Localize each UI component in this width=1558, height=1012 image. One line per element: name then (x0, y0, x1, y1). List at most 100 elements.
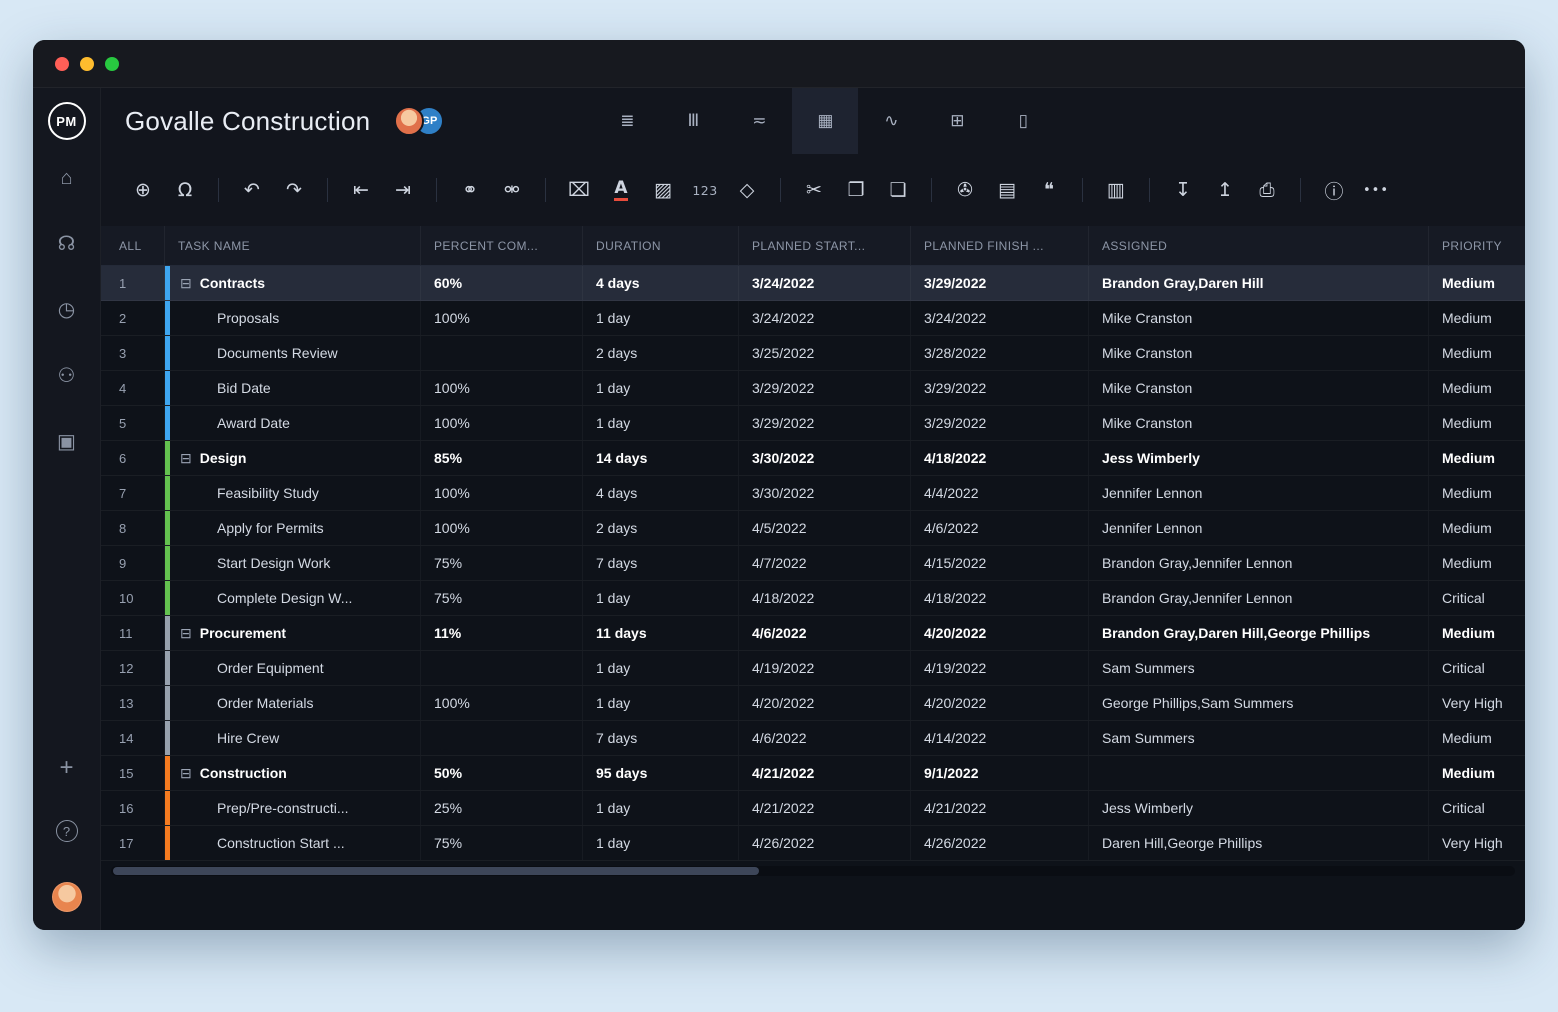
planned-finish-cell: 4/21/2022 (911, 791, 1089, 825)
app-body: PM ⌂☊◷⚇▣ +? Govalle Construction GP ≣Ⅲ≂▦… (33, 88, 1525, 930)
task-name: Apply for Permits (217, 520, 324, 536)
info-icon[interactable]: ⓘ (1316, 172, 1352, 208)
column-header-4[interactable]: PLANNED START... (739, 226, 911, 265)
doc-view-icon-tab[interactable]: ▯ (990, 88, 1056, 154)
board-view-icon-tab[interactable]: Ⅲ (660, 88, 726, 154)
comment-icon[interactable]: ❝ (1031, 172, 1067, 208)
notifications-icon[interactable]: ☊ (58, 232, 76, 256)
task-row[interactable]: 15⊟Construction50%95 days4/21/20229/1/20… (101, 756, 1525, 791)
task-row[interactable]: 2Proposals100%1 day3/24/20223/24/2022Mik… (101, 301, 1525, 336)
task-row[interactable]: 16Prep/Pre-constructi...25%1 day4/21/202… (101, 791, 1525, 826)
priority-cell: Medium (1429, 406, 1525, 440)
columns-icon[interactable]: ▥ (1098, 172, 1134, 208)
home-icon[interactable]: ⌂ (60, 166, 72, 190)
assign-user-icon[interactable]: Ω (167, 172, 203, 208)
calendar-view-icon-tab[interactable]: ⊞ (924, 88, 990, 154)
gantt-view-icon-tab[interactable]: ≂ (726, 88, 792, 154)
help-icon[interactable]: ? (56, 820, 78, 842)
paste-icon[interactable]: ❏ (880, 172, 916, 208)
collapse-icon[interactable]: ⊟ (180, 625, 192, 642)
milestone-icon[interactable]: ◇ (729, 172, 765, 208)
task-row[interactable]: 17Construction Start ...75%1 day4/26/202… (101, 826, 1525, 861)
column-header-7[interactable]: PRIORITY (1429, 226, 1525, 265)
planned-start-cell: 4/20/2022 (739, 686, 911, 720)
task-row[interactable]: 6⊟Design85%14 days3/30/20224/18/2022Jess… (101, 441, 1525, 476)
import-icon[interactable]: ↧ (1165, 172, 1201, 208)
portfolio-icon[interactable]: ▣ (57, 430, 76, 454)
horizontal-scrollbar-thumb[interactable] (113, 867, 759, 875)
duration-cell: 1 day (583, 581, 739, 615)
outdent-icon[interactable]: ⇤ (343, 172, 379, 208)
task-table-body: 1⊟Contracts60%4 days3/24/20223/29/2022Br… (101, 266, 1525, 861)
outdent-icon-glyph: ⇤ (353, 179, 369, 201)
font-color-icon[interactable]: A (603, 172, 639, 208)
fill-color-icon[interactable]: ▨ (645, 172, 681, 208)
task-row[interactable]: 4Bid Date100%1 day3/29/20223/29/2022Mike… (101, 371, 1525, 406)
cut-icon[interactable]: ✂ (796, 172, 832, 208)
column-header-5[interactable]: PLANNED FINISH ... (911, 226, 1089, 265)
task-row[interactable]: 10Complete Design W...75%1 day4/18/20224… (101, 581, 1525, 616)
chart-view-icon-tab[interactable]: ∿ (858, 88, 924, 154)
column-header-2[interactable]: PERCENT COM... (421, 226, 583, 265)
export-icon[interactable]: ↥ (1207, 172, 1243, 208)
horizontal-scrollbar[interactable] (111, 866, 1515, 876)
minimize-button[interactable] (80, 57, 94, 71)
collapse-icon[interactable]: ⊟ (180, 765, 192, 782)
add-icon[interactable]: + (59, 756, 73, 780)
column-header-0[interactable]: ALL (101, 226, 165, 265)
duration-cell: 95 days (583, 756, 739, 790)
delete-icon-glyph: ⌧ (568, 179, 590, 201)
collapse-icon[interactable]: ⊟ (180, 450, 192, 467)
collaborator-avatars: GP (394, 106, 444, 136)
row-number-cell: 2 (101, 301, 165, 335)
column-header-3[interactable]: DURATION (583, 226, 739, 265)
planned-start-cell: 3/24/2022 (739, 301, 911, 335)
row-number-cell: 8 (101, 511, 165, 545)
notes-icon[interactable]: ▤ (989, 172, 1025, 208)
task-name-cell: Complete Design W... (165, 581, 421, 615)
task-row[interactable]: 8Apply for Permits100%2 days4/5/20224/6/… (101, 511, 1525, 546)
number-format-icon[interactable]: 123 (687, 172, 723, 208)
sheet-view-icon-tab[interactable]: ▦ (792, 88, 858, 154)
planned-start-cell: 4/19/2022 (739, 651, 911, 685)
task-row[interactable]: 5Award Date100%1 day3/29/20223/29/2022Mi… (101, 406, 1525, 441)
assigned-cell: Daren Hill,George Phillips (1089, 826, 1429, 860)
unlink-icon[interactable]: ⚮ (494, 172, 530, 208)
priority-cell: Critical (1429, 791, 1525, 825)
list-view-icon-tab[interactable]: ≣ (594, 88, 660, 154)
task-row[interactable]: 12Order Equipment1 day4/19/20224/19/2022… (101, 651, 1525, 686)
priority-cell: Very High (1429, 826, 1525, 860)
task-row[interactable]: 13Order Materials100%1 day4/20/20224/20/… (101, 686, 1525, 721)
task-row[interactable]: 3Documents Review2 days3/25/20223/28/202… (101, 336, 1525, 371)
task-row[interactable]: 9Start Design Work75%7 days4/7/20224/15/… (101, 546, 1525, 581)
task-row[interactable]: 7Feasibility Study100%4 days3/30/20224/4… (101, 476, 1525, 511)
priority-cell: Critical (1429, 651, 1525, 685)
print-icon[interactable]: ⎙ (1249, 172, 1285, 208)
column-header-1[interactable]: TASK NAME (165, 226, 421, 265)
task-name-cell: Apply for Permits (165, 511, 421, 545)
task-row[interactable]: 14Hire Crew7 days4/6/20224/14/2022Sam Su… (101, 721, 1525, 756)
pm-logo[interactable]: PM (48, 102, 86, 140)
delete-icon[interactable]: ⌧ (561, 172, 597, 208)
more-icon[interactable]: ••• (1358, 172, 1394, 208)
copy-icon[interactable]: ❐ (838, 172, 874, 208)
recent-icon[interactable]: ◷ (58, 298, 75, 322)
duration-cell: 1 day (583, 371, 739, 405)
undo-icon[interactable]: ↶ (234, 172, 270, 208)
zoom-button[interactable] (105, 57, 119, 71)
team-icon[interactable]: ⚇ (58, 364, 76, 388)
percent-complete-cell: 100% (421, 686, 583, 720)
assigned-cell: Sam Summers (1089, 721, 1429, 755)
indent-icon[interactable]: ⇥ (385, 172, 421, 208)
task-name-cell: ⊟Design (165, 441, 421, 475)
task-row[interactable]: 1⊟Contracts60%4 days3/24/20223/29/2022Br… (101, 266, 1525, 301)
column-header-6[interactable]: ASSIGNED (1089, 226, 1429, 265)
add-task-icon[interactable]: ⊕ (125, 172, 161, 208)
attachment-icon[interactable]: ✇ (947, 172, 983, 208)
close-button[interactable] (55, 57, 69, 71)
task-row[interactable]: 11⊟Procurement11%11 days4/6/20224/20/202… (101, 616, 1525, 651)
link-icon[interactable]: ⚭ (452, 172, 488, 208)
collapse-icon[interactable]: ⊟ (180, 275, 192, 292)
user-avatar[interactable] (52, 882, 82, 912)
redo-icon[interactable]: ↷ (276, 172, 312, 208)
